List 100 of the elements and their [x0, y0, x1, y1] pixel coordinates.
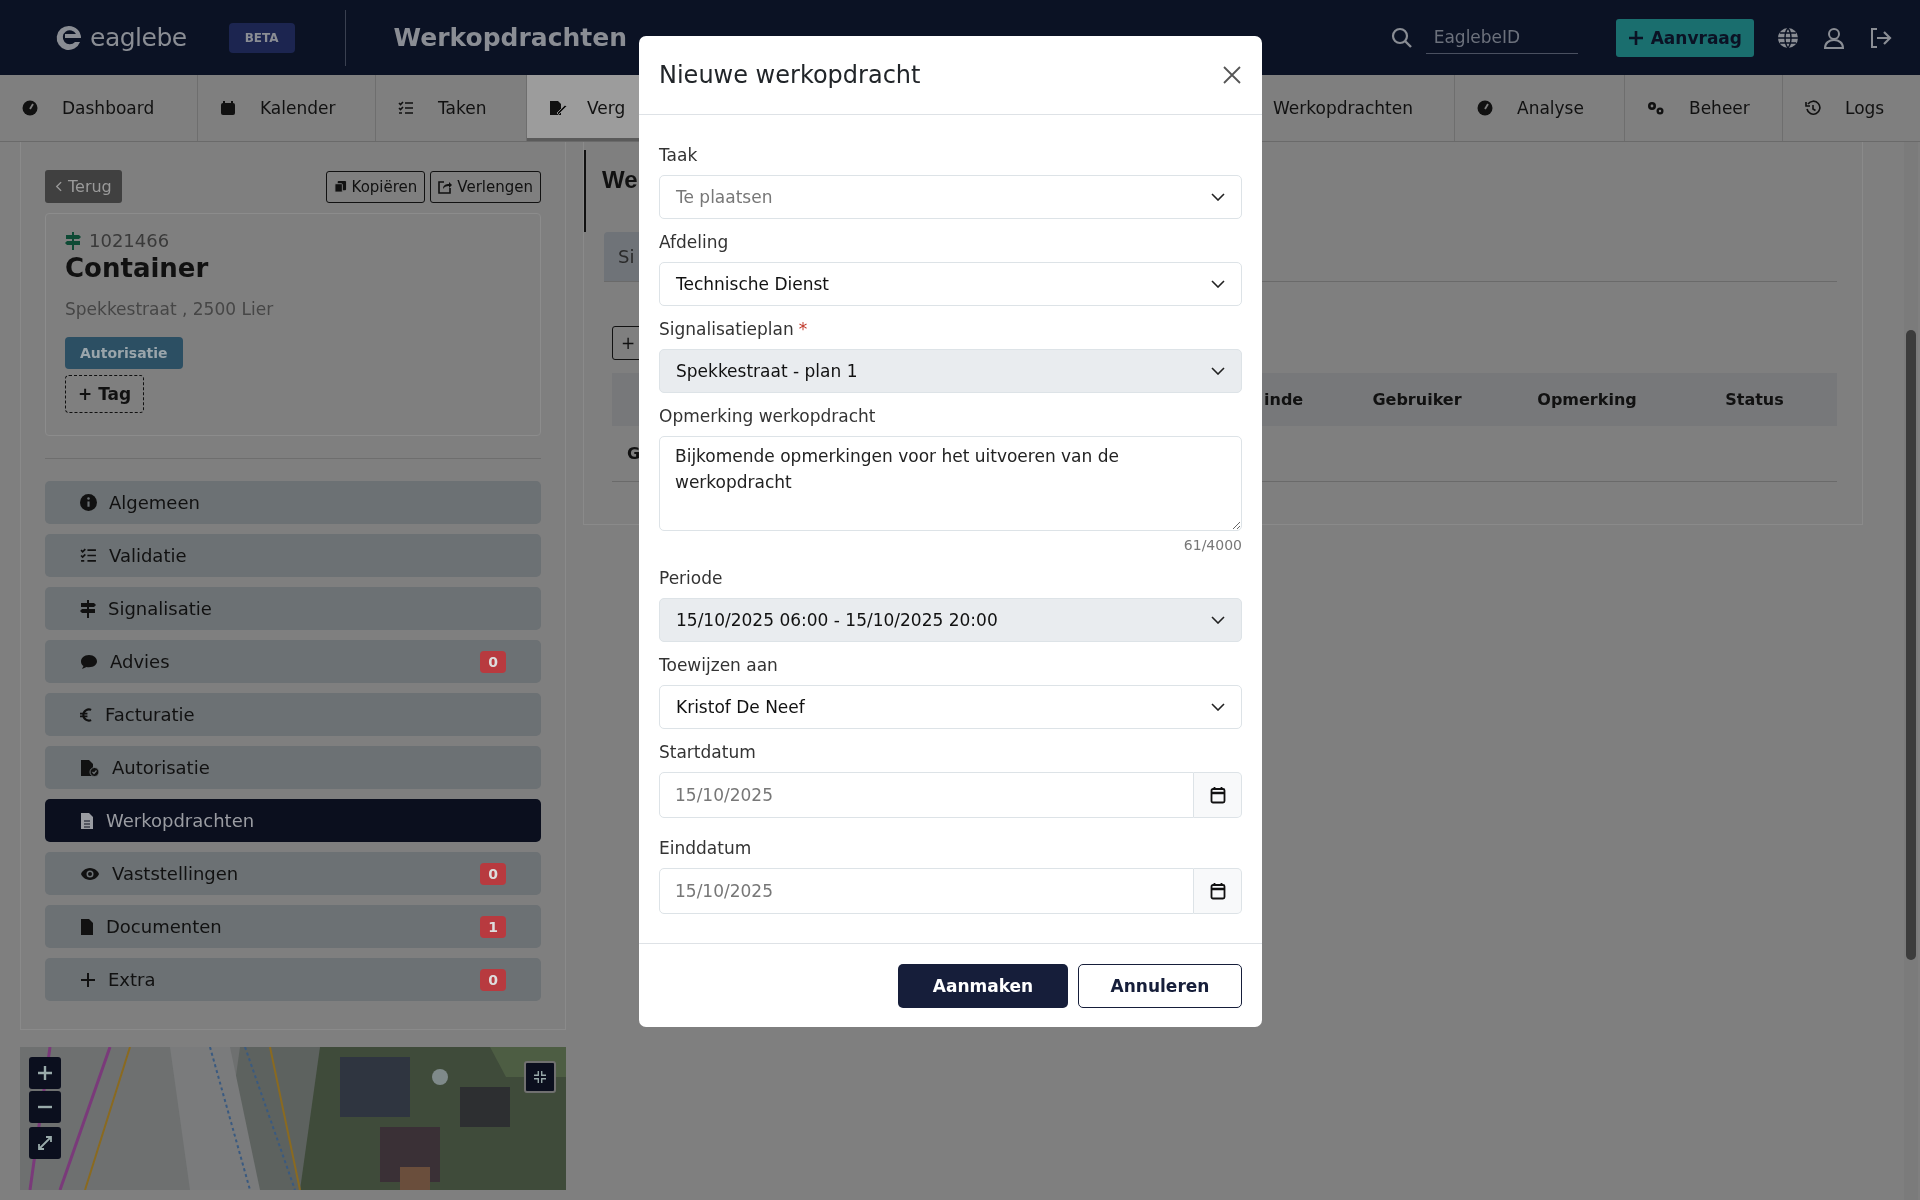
- field-label: Signalisatieplan: [659, 319, 794, 339]
- field-label: Periode: [659, 568, 723, 588]
- tag-chip: Autorisatie: [65, 337, 183, 369]
- search-field[interactable]: EaglebeID: [1425, 21, 1578, 54]
- scrollbar-thumb[interactable]: [1906, 330, 1916, 960]
- chevron-down-icon: [1211, 616, 1225, 624]
- history-icon: [1805, 100, 1821, 116]
- section-item[interactable]: Advies 0: [45, 640, 541, 683]
- action-button[interactable]: Kopiëren: [325, 170, 426, 203]
- chevron-down-icon: [1211, 280, 1225, 288]
- copy-icon: [333, 180, 347, 193]
- section-item[interactable]: Facturatie: [45, 693, 541, 736]
- field-label: Taak: [659, 145, 698, 165]
- section-item[interactable]: Autorisatie: [45, 746, 541, 789]
- add-tag-button[interactable]: + Tag: [65, 375, 145, 413]
- euro-icon: [80, 706, 93, 723]
- share-icon: [438, 179, 453, 194]
- nav-tab[interactable]: Beheer: [1625, 75, 1783, 141]
- chevron-down-icon: [1211, 193, 1225, 201]
- page-title: Werkopdrachten: [393, 23, 627, 52]
- column-header: Gebruiker: [1371, 390, 1463, 409]
- record-address: Spekkestraat , 2500 Lier: [65, 299, 275, 319]
- info-icon: [80, 494, 97, 511]
- section-item[interactable]: Documenten 1: [45, 905, 541, 948]
- field-label: Toewijzen aan: [659, 655, 778, 675]
- dropdown[interactable]: Technische Dienst: [659, 262, 1242, 306]
- compress-icon: [534, 1071, 546, 1083]
- date-field[interactable]: 15/10/2025: [659, 772, 1194, 818]
- nav-tab[interactable]: Dashboard: [0, 75, 198, 141]
- checklist-icon: [80, 547, 97, 564]
- comment-field[interactable]: Bijkomende opmerkingen voor het uitvoeren van de werkopdracht: [659, 436, 1242, 531]
- cancel-button[interactable]: Annuleren: [1078, 964, 1242, 1008]
- chevron-down-icon: [1211, 367, 1225, 375]
- globe-icon[interactable]: [1776, 25, 1800, 50]
- expand-icon: [37, 1135, 53, 1151]
- calendar-button[interactable]: [1194, 772, 1242, 818]
- zoom-in-button[interactable]: [29, 1057, 61, 1089]
- field-label: Opmerking werkopdracht: [659, 406, 876, 426]
- dropdown[interactable]: Kristof De Neef: [659, 685, 1242, 729]
- dropdown[interactable]: Te plaatsen: [659, 175, 1242, 219]
- signpost-icon: [80, 599, 96, 618]
- column-header: Status: [1724, 390, 1785, 409]
- date-field[interactable]: 15/10/2025: [659, 868, 1194, 914]
- character-counter: 61/4000: [1183, 537, 1242, 553]
- gauge-icon: [1477, 100, 1493, 116]
- file-check-icon: [80, 758, 100, 777]
- beta-badge: BETA: [228, 22, 295, 53]
- field-label: Afdeling: [659, 232, 729, 252]
- count-badge: 0: [480, 862, 506, 885]
- plus-icon: [38, 1066, 52, 1080]
- logout-icon[interactable]: [1868, 25, 1892, 50]
- count-badge: 0: [480, 968, 506, 991]
- action-button[interactable]: Verlengen: [430, 170, 541, 203]
- plus-icon: [80, 971, 96, 988]
- chevron-down-icon: [1211, 703, 1225, 711]
- gears-icon: [1647, 100, 1665, 116]
- fullscreen-button[interactable]: [29, 1127, 61, 1159]
- plus-icon: [1627, 29, 1644, 46]
- collapse-button[interactable]: [524, 1061, 556, 1093]
- request-button[interactable]: Aanvraag: [1615, 18, 1754, 57]
- eye-icon: [80, 866, 100, 881]
- field-label: Einddatum: [659, 838, 752, 858]
- user-icon[interactable]: [1822, 25, 1846, 50]
- chevron-left-icon: [55, 181, 62, 192]
- calendar-icon: [1209, 882, 1226, 900]
- section-item[interactable]: Validatie: [45, 534, 541, 577]
- scrollbar[interactable]: [1904, 142, 1918, 1200]
- calendar-icon: [1209, 786, 1226, 804]
- section-title: We: [602, 166, 638, 194]
- section-item[interactable]: Werkopdrachten: [45, 799, 541, 842]
- nav-tab[interactable]: Analyse: [1455, 75, 1625, 141]
- back-button[interactable]: Terug: [45, 170, 122, 203]
- record-number: 1021466: [89, 230, 170, 251]
- column-header: inde: [1264, 390, 1305, 409]
- checklist-icon: [398, 100, 414, 116]
- create-button[interactable]: Aanmaken: [898, 964, 1068, 1008]
- dialog-title: Nieuwe werkopdracht: [659, 61, 921, 89]
- nav-tab[interactable]: Logs: [1783, 75, 1920, 141]
- required-mark: *: [798, 319, 808, 339]
- section-item[interactable]: Signalisatie: [45, 587, 541, 630]
- calendar-icon: [220, 100, 236, 116]
- chat-icon: [80, 653, 98, 670]
- count-badge: 0: [480, 650, 506, 673]
- search-icon: [1389, 25, 1414, 50]
- section-item[interactable]: Vaststellingen 0: [45, 852, 541, 895]
- section-item[interactable]: Extra 0: [45, 958, 541, 1001]
- file-pen-icon: [549, 100, 567, 116]
- gauge-icon: [22, 100, 38, 116]
- file-icon: [80, 917, 94, 936]
- record-title: Container: [65, 253, 210, 283]
- count-badge: 1: [480, 915, 506, 938]
- section-item[interactable]: Algemeen: [45, 481, 541, 524]
- table-cell: G: [627, 444, 641, 463]
- signpost-icon: [65, 231, 81, 250]
- zoom-out-button[interactable]: [29, 1091, 61, 1123]
- column-header: Opmerking: [1536, 390, 1638, 409]
- close-icon[interactable]: [1222, 65, 1242, 85]
- nav-tab[interactable]: Kalender: [198, 75, 376, 141]
- calendar-button[interactable]: [1194, 868, 1242, 914]
- logo-text: eaglebe: [90, 23, 187, 52]
